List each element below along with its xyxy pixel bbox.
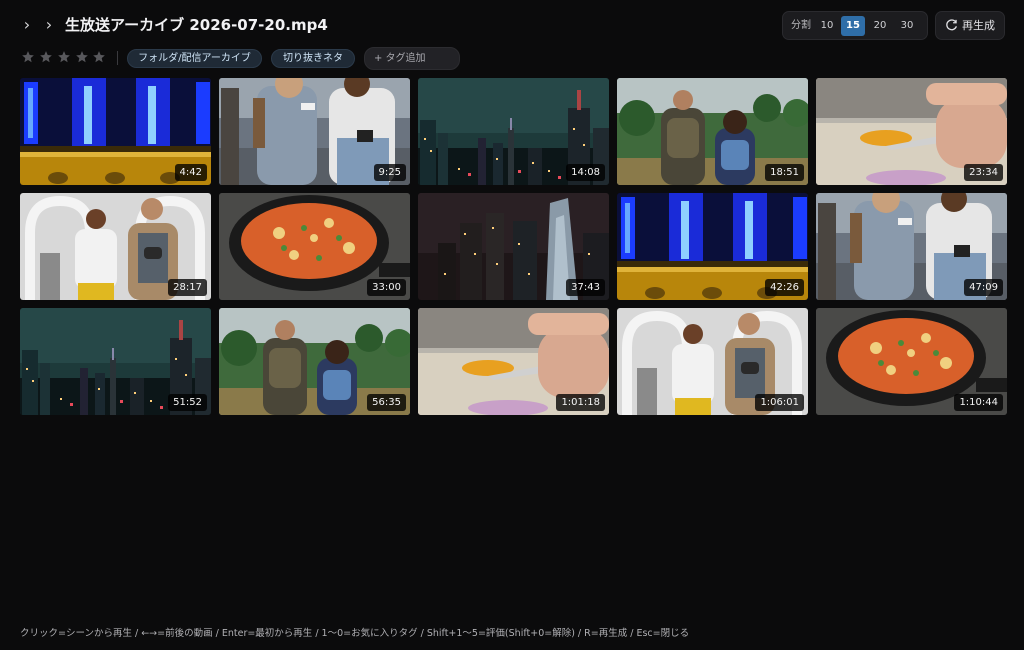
scene-thumbnail[interactable]: 18:51 — [617, 78, 808, 185]
scene-thumbnail[interactable]: 14:08 — [418, 78, 609, 185]
scene-thumbnail[interactable]: 23:34 — [816, 78, 1007, 185]
split-option-20[interactable]: 20 — [868, 16, 892, 36]
tag-bar: フォルダ/配信アーカイブ 切り抜きネタ + タグ追加 — [0, 46, 1024, 72]
scene-thumbnail[interactable]: 47:09 — [816, 193, 1007, 300]
regenerate-button[interactable]: 再生成 — [935, 11, 1005, 40]
star-icon[interactable] — [75, 50, 89, 64]
scene-timestamp: 1:06:01 — [755, 394, 804, 411]
refresh-icon — [946, 19, 957, 31]
scene-thumbnail[interactable]: 9:25 — [219, 78, 410, 185]
scene-timestamp: 33:00 — [367, 279, 406, 296]
split-option-15[interactable]: 15 — [841, 16, 865, 36]
scene-thumbnail[interactable]: 37:43 — [418, 193, 609, 300]
scene-thumbnail[interactable]: 1:06:01 — [617, 308, 808, 415]
regenerate-label: 再生成 — [962, 19, 995, 32]
scene-timestamp: 37:43 — [566, 279, 605, 296]
scene-thumbnail[interactable]: 56:35 — [219, 308, 410, 415]
scene-thumbnail[interactable]: 33:00 — [219, 193, 410, 300]
scene-timestamp: 23:34 — [964, 164, 1003, 181]
scene-timestamp: 51:52 — [168, 394, 207, 411]
divider — [117, 51, 118, 65]
scene-timestamp: 1:10:44 — [954, 394, 1003, 411]
scene-thumbnail[interactable]: 51:52 — [20, 308, 211, 415]
keyboard-hint: クリック=シーンから再生 / ←→=前後の動画 / Enter=最初から再生 /… — [20, 628, 690, 639]
scene-timestamp: 42:26 — [765, 279, 804, 296]
star-icon[interactable] — [21, 50, 35, 64]
tag-chip-clip[interactable]: 切り抜きネタ — [271, 49, 355, 68]
scene-timestamp: 14:08 — [566, 164, 605, 181]
scene-thumbnail[interactable]: 28:17 — [20, 193, 211, 300]
add-tag-input[interactable]: + タグ追加 — [364, 47, 460, 70]
scene-timestamp: 28:17 — [168, 279, 207, 296]
split-option-10[interactable]: 10 — [815, 16, 839, 36]
scene-thumbnail[interactable]: 1:01:18 — [418, 308, 609, 415]
scene-timestamp: 47:09 — [964, 279, 1003, 296]
split-selector: 分割 10 15 20 30 — [782, 11, 928, 40]
split-option-30[interactable]: 30 — [895, 16, 919, 36]
scene-timestamp: 4:42 — [174, 164, 207, 181]
star-icon[interactable] — [92, 50, 106, 64]
star-icon[interactable] — [57, 50, 71, 64]
scene-timestamp: 56:35 — [367, 394, 406, 411]
scene-thumbnail[interactable]: 42:26 — [617, 193, 808, 300]
scene-thumbnail[interactable]: 1:10:44 — [816, 308, 1007, 415]
split-label: 分割 — [791, 20, 811, 31]
tag-chip-folder[interactable]: フォルダ/配信アーカイブ — [127, 49, 262, 68]
header-bar: › › 生放送アーカイブ 2026-07-20.mp4 分割 10 15 20 … — [0, 0, 1024, 50]
star-icon[interactable] — [39, 50, 53, 64]
scene-timestamp: 1:01:18 — [556, 394, 605, 411]
scene-timestamp: 18:51 — [765, 164, 804, 181]
chevron-right-icon[interactable]: › — [39, 14, 59, 36]
chevron-right-icon[interactable]: › — [17, 14, 37, 36]
scene-thumbnail[interactable]: 4:42 — [20, 78, 211, 185]
page-title: 生放送アーカイブ 2026-07-20.mp4 — [65, 16, 328, 34]
scene-timestamp: 9:25 — [373, 164, 406, 181]
